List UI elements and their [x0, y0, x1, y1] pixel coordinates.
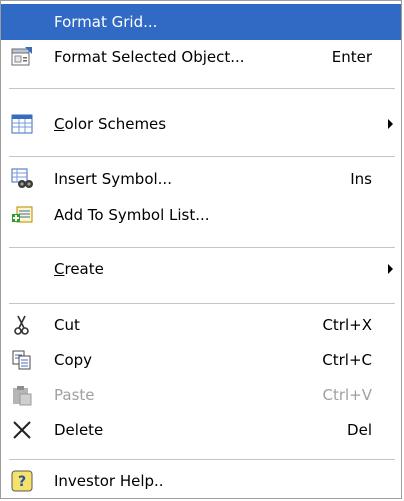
- menu-item-label: Create: [54, 260, 104, 278]
- menu-item-color-schemes[interactable]: Color Schemes: [1, 107, 401, 141]
- menu-item-add-to-symbol-list[interactable]: Add To Symbol List...: [1, 198, 401, 232]
- shortcut-label: Del: [347, 421, 372, 439]
- menu-item-label: Add To Symbol List...: [54, 206, 210, 224]
- submenu-arrow-icon: [388, 264, 393, 274]
- menu-separator: [9, 247, 395, 248]
- menu-item-paste[interactable]: Paste Ctrl+V: [1, 378, 401, 412]
- menu-item-label: Paste: [54, 386, 95, 404]
- menu-item-investor-help[interactable]: ? Investor Help..: [1, 464, 401, 498]
- menu-separator: [9, 156, 395, 157]
- menu-item-label: Cut: [54, 316, 80, 334]
- shortcut-label: Ctrl+V: [322, 386, 372, 404]
- delete-x-icon: [11, 419, 33, 441]
- binoculars-list-icon: [11, 168, 33, 190]
- context-menu: Format Grid... Format Selected Object...…: [0, 0, 402, 499]
- menu-item-cut[interactable]: Cut Ctrl+X: [1, 308, 401, 342]
- menu-item-label: Insert Symbol...: [54, 170, 172, 188]
- copy-icon: [11, 349, 33, 371]
- menu-separator: [9, 88, 395, 89]
- menu-item-label: Color Schemes: [54, 115, 167, 133]
- shortcut-label: Enter: [331, 48, 372, 66]
- menu-item-delete[interactable]: Delete Del: [1, 413, 401, 447]
- menu-item-format-selected-object[interactable]: Format Selected Object... Enter: [1, 41, 401, 73]
- add-list-icon: [11, 204, 33, 226]
- menu-item-label: Copy: [54, 351, 93, 369]
- menu-item-label: Investor Help..: [54, 472, 164, 490]
- svg-text:?: ?: [18, 474, 26, 490]
- shortcut-label: Ctrl+C: [322, 351, 372, 369]
- scissors-icon: [11, 314, 33, 336]
- shortcut-label: Ins: [350, 170, 372, 188]
- properties-icon: [11, 46, 33, 68]
- menu-separator: [9, 303, 395, 304]
- menu-separator: [9, 459, 395, 460]
- menu-item-format-grid[interactable]: Format Grid...: [1, 4, 401, 40]
- grid-color-icon: [11, 113, 33, 135]
- menu-item-copy[interactable]: Copy Ctrl+C: [1, 343, 401, 377]
- menu-item-label: Format Grid...: [54, 13, 158, 31]
- submenu-arrow-icon: [388, 119, 393, 129]
- menu-item-label: Delete: [54, 421, 104, 439]
- menu-item-insert-symbol[interactable]: Insert Symbol... Ins: [1, 162, 401, 196]
- menu-item-create[interactable]: Create: [1, 252, 401, 286]
- menu-item-label: Format Selected Object...: [54, 48, 245, 66]
- shortcut-label: Ctrl+X: [322, 316, 372, 334]
- paste-icon: [11, 384, 33, 406]
- help-icon: ?: [11, 470, 33, 492]
